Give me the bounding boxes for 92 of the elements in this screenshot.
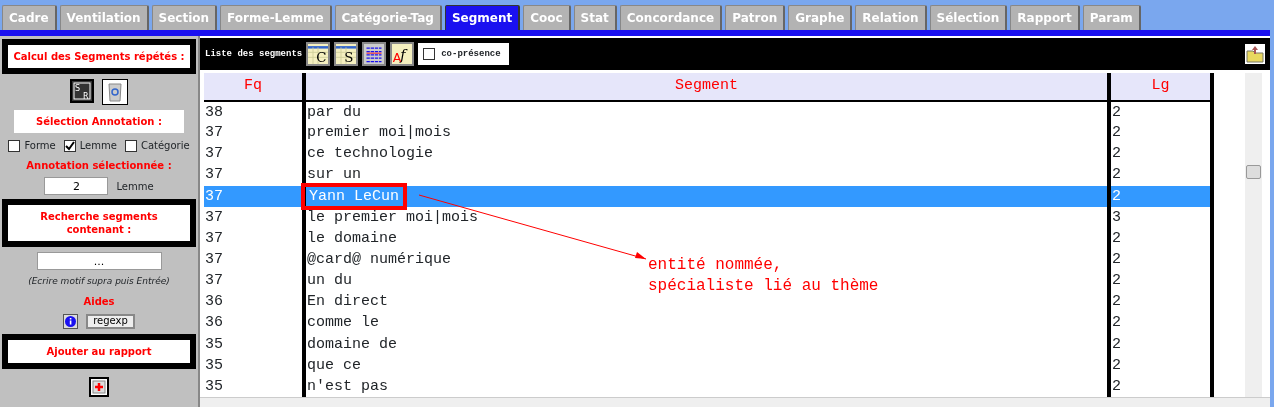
frequency-text: 36 (205, 314, 223, 332)
toolbar-title: Liste des segments (205, 49, 303, 59)
length-text: 2 (1112, 272, 1121, 290)
tab[interactable]: Sélection (929, 5, 1008, 30)
regexp-button[interactable]: regexp (86, 313, 135, 329)
segment-text: comme le (307, 314, 379, 332)
frequency-text: 35 (205, 377, 223, 395)
checkbox[interactable] (8, 139, 21, 152)
frequency-text: 37 (205, 229, 223, 247)
length-text: 2 (1112, 314, 1121, 332)
tab[interactable]: Catégorie-Tag (334, 5, 442, 30)
segment-text: le domaine (307, 229, 397, 247)
tab[interactable]: Relation (855, 5, 927, 30)
annotation-name: Lemme (116, 179, 154, 194)
grid-letter-icon[interactable]: C (306, 42, 331, 66)
frequency-text: 37 (205, 166, 223, 184)
checkbox[interactable] (423, 48, 436, 60)
segment-text: @card@ numérique (307, 251, 452, 269)
tab[interactable]: Cadre (2, 5, 57, 30)
column-header[interactable]: Fq (204, 73, 304, 101)
info-icon[interactable] (63, 313, 79, 329)
tab[interactable]: Param (1082, 5, 1141, 30)
segment-text: que ce (307, 356, 361, 374)
checkbox-label: Lemme (79, 139, 117, 153)
tab[interactable]: Stat (573, 5, 617, 30)
frequency-text: 35 (205, 335, 223, 353)
length-text: 2 (1112, 335, 1121, 353)
frequency-text: 38 (205, 103, 223, 121)
annotation-value-field[interactable]: 2 (44, 177, 109, 195)
frequency-text: 37 (205, 208, 223, 226)
length-text: 2 (1112, 251, 1121, 269)
checkbox[interactable] (124, 139, 137, 152)
frequency-text: 37 (205, 187, 223, 205)
tab[interactable]: Ventilation (59, 5, 149, 30)
trash-can-icon[interactable] (102, 79, 128, 105)
annotation-note: entité nommée, spécialiste lié au thème (648, 255, 879, 297)
column-header[interactable]: Segment (304, 73, 1109, 101)
list-lines-icon[interactable] (362, 42, 387, 66)
tab[interactable]: Cooc (523, 5, 571, 30)
horizontal-scrollbar[interactable] (200, 397, 1270, 407)
tab[interactable]: Graphe (788, 5, 853, 30)
segment-text: n'est pas (307, 377, 388, 395)
length-text: 2 (1112, 377, 1121, 395)
tab[interactable]: Concordance (619, 5, 723, 30)
length-text: 2 (1112, 187, 1121, 205)
tab[interactable]: Section (151, 5, 218, 30)
segment-text: par du (307, 103, 361, 121)
folder-icon[interactable] (1245, 44, 1265, 64)
frequency-text: 35 (205, 356, 223, 374)
column-header[interactable]: Lg (1109, 73, 1212, 101)
segment-text: sur un (307, 166, 361, 184)
segment-text: premier moi|mois (307, 124, 452, 142)
section-title: Ajouter au rapport (2, 333, 196, 369)
segment-text: le premier moi|mois (307, 208, 479, 226)
checkbox-label: Forme (24, 139, 56, 153)
frequency-text: 36 (205, 293, 223, 311)
frequency-text: 37 (205, 145, 223, 163)
length-text: 2 (1112, 166, 1121, 184)
segment-text: domaine de (307, 335, 397, 353)
boxed-segment-text: Yann LeCun (301, 182, 407, 210)
length-text: 2 (1112, 103, 1121, 121)
vertical-scrollbar[interactable] (1245, 73, 1262, 397)
tab[interactable]: Patron (725, 5, 786, 30)
section-title: Calcul des Segments répétés : (2, 39, 196, 74)
segment-text: ce technologie (307, 145, 434, 163)
search-field[interactable]: ... (36, 252, 162, 270)
length-text: 2 (1112, 124, 1121, 142)
length-text: 2 (1112, 293, 1121, 311)
checkbox-label: Catégorie (140, 139, 190, 153)
checkbox[interactable] (63, 139, 76, 152)
tab[interactable]: Forme-Lemme (220, 5, 332, 30)
frequency-text: 37 (205, 251, 223, 269)
section-label: Sélection Annotation : (14, 110, 184, 133)
segment-text: un du (307, 272, 352, 290)
segment-text: En direct (307, 293, 388, 311)
length-text: 2 (1112, 145, 1121, 163)
grid-letter-icon[interactable]: S (334, 42, 359, 66)
frequency-text: 37 (205, 124, 223, 142)
length-text: 2 (1112, 229, 1121, 247)
sr-icon[interactable]: S R (70, 79, 94, 105)
font-letters-icon[interactable]: Af (390, 42, 415, 66)
checkbox-label: co-présence (441, 49, 501, 59)
section-title: Recherche segments contenant : (2, 199, 196, 247)
section-label: Aides (83, 294, 115, 309)
length-text: 2 (1112, 356, 1121, 374)
frequency-text: 37 (205, 272, 223, 290)
tab[interactable]: Rapport (1010, 5, 1080, 30)
hint-text: (Ecrire motif supra puis Entrée) (28, 275, 170, 288)
add-icon[interactable] (89, 376, 109, 397)
tab[interactable]: Segment (444, 5, 521, 30)
section-label: Annotation sélectionnée : (26, 159, 172, 173)
length-text: 3 (1112, 208, 1121, 226)
